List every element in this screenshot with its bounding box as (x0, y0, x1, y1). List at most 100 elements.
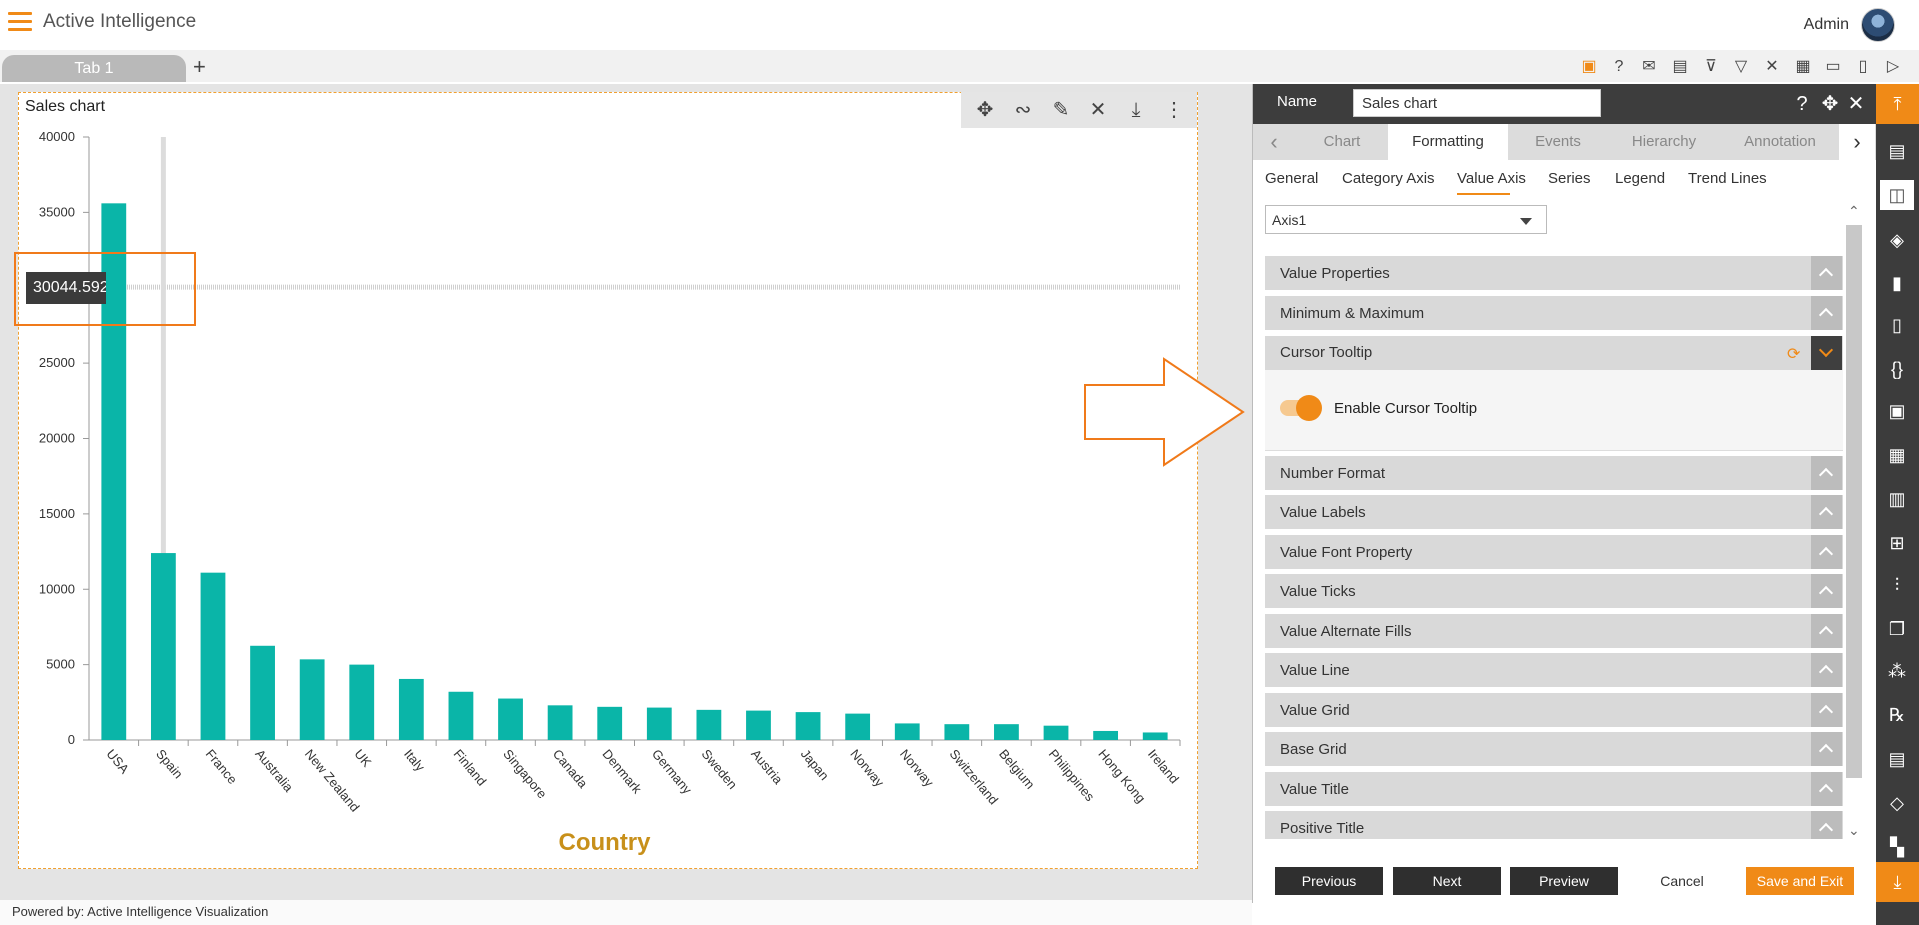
tab-formatting[interactable]: Formatting (1388, 124, 1508, 160)
chevron-up-icon[interactable] (1811, 732, 1842, 766)
chevron-up-icon[interactable] (1811, 574, 1842, 608)
help-icon[interactable]: ? (1790, 92, 1814, 116)
collapse-up-icon[interactable]: ⤒ (1876, 84, 1919, 124)
layers-icon[interactable]: ◇ (1880, 788, 1914, 818)
scroll-down-icon[interactable]: ⌄ (1848, 822, 1860, 839)
document-icon[interactable]: ▮ (1880, 268, 1914, 298)
chevron-down-icon[interactable] (1520, 218, 1532, 225)
tabs-prev-icon[interactable]: ‹ (1256, 124, 1292, 160)
widget-list-icon[interactable]: ▤ (1880, 136, 1914, 166)
section-label: Positive Title (1280, 820, 1365, 837)
chevron-up-icon[interactable] (1811, 811, 1842, 839)
chevron-down-icon[interactable] (1811, 336, 1842, 370)
report-icon[interactable]: ▥ (1880, 484, 1914, 514)
refresh-icon[interactable]: ⟳ (1787, 344, 1800, 364)
chevron-up-icon[interactable] (1811, 495, 1842, 529)
mail-icon[interactable]: ✉ (1638, 56, 1660, 78)
note-icon[interactable]: ▤ (1880, 744, 1914, 774)
cancel-button[interactable]: Cancel (1628, 867, 1736, 895)
subtab-value-axis[interactable]: Value Axis (1457, 170, 1526, 187)
section-value-line[interactable] (1265, 653, 1843, 687)
section-label: Value Title (1280, 781, 1349, 798)
tab-chart[interactable]: Chart (1302, 124, 1382, 160)
move-icon[interactable]: ✥ (973, 98, 997, 122)
hierarchy-icon[interactable]: ⊞ (1880, 528, 1914, 558)
download-icon[interactable]: ⤓ (1124, 98, 1148, 122)
previous-button[interactable]: Previous (1275, 867, 1383, 895)
section-label: Value Ticks (1280, 583, 1356, 600)
add-tab-button[interactable]: + (193, 54, 206, 80)
save-and-exit-button[interactable]: Save and Exit (1746, 867, 1854, 895)
section-value-grid[interactable] (1265, 693, 1843, 727)
table-icon[interactable]: ▦ (1792, 56, 1814, 78)
section-label: Value Properties (1280, 265, 1390, 282)
subtab-legend[interactable]: Legend (1615, 170, 1665, 187)
map-icon[interactable]: ◈ (1880, 225, 1914, 255)
save-icon[interactable]: ▣ (1578, 56, 1600, 78)
annotation-arrow-icon (1084, 357, 1245, 467)
apps-grid-icon[interactable]: ▚ (1880, 832, 1914, 862)
chart-widget[interactable] (18, 92, 1198, 869)
edit-icon[interactable]: ✎ (1049, 98, 1073, 122)
cursor-tooltip: 30044.592 (26, 272, 106, 304)
avatar[interactable] (1861, 8, 1895, 42)
toggle-knob[interactable] (1296, 395, 1322, 421)
help-icon[interactable]: ? (1608, 56, 1630, 78)
chevron-up-icon[interactable] (1811, 693, 1842, 727)
active-subtab-underline (1457, 193, 1510, 195)
tabs-next-icon[interactable]: › (1839, 124, 1875, 160)
collapse-down-icon[interactable]: ⤓ (1876, 862, 1919, 902)
comment-icon[interactable]: ▤ (1669, 56, 1691, 78)
app-title: Active Intelligence (43, 11, 197, 32)
tools-icon[interactable]: ✕ (1761, 56, 1783, 78)
rx-icon[interactable]: ℞ (1880, 700, 1914, 730)
toggle-label: Enable Cursor Tooltip (1334, 400, 1478, 417)
tab-annotation[interactable]: Annotation (1722, 124, 1838, 160)
hamburger-menu-icon[interactable] (8, 12, 32, 32)
play-icon[interactable]: ▷ (1882, 56, 1904, 78)
preview-button[interactable]: Preview (1510, 867, 1618, 895)
chevron-up-icon[interactable] (1811, 614, 1842, 648)
user-name[interactable]: Admin (1804, 16, 1849, 34)
chevron-up-icon[interactable] (1811, 535, 1842, 569)
scroll-up-icon[interactable]: ⌃ (1848, 203, 1860, 220)
image-icon[interactable]: ▣ (1880, 396, 1914, 426)
tab-events[interactable]: Events (1508, 124, 1608, 160)
name-input[interactable] (1353, 89, 1601, 117)
kpi-chart-icon[interactable]: ⫶ (1880, 570, 1914, 600)
chevron-up-icon[interactable] (1811, 296, 1842, 330)
network-icon[interactable]: ⁂ (1880, 656, 1914, 686)
file-icon[interactable]: ▯ (1880, 310, 1914, 340)
chevron-up-icon[interactable] (1811, 456, 1842, 490)
devices-icon[interactable]: ▯ (1852, 56, 1874, 78)
chevron-up-icon[interactable] (1811, 653, 1842, 687)
next-button[interactable]: Next (1393, 867, 1501, 895)
section-label: Value Line (1280, 662, 1350, 679)
table-icon[interactable]: ▦ (1880, 440, 1914, 470)
tab-hierarchy[interactable]: Hierarchy (1614, 124, 1714, 160)
section-base-grid[interactable] (1265, 732, 1843, 766)
subtab-trend-lines[interactable]: Trend Lines (1688, 170, 1767, 187)
settings-icon[interactable]: ✕ (1086, 98, 1110, 122)
code-braces-icon[interactable]: {} (1880, 354, 1914, 384)
subtab-series[interactable]: Series (1548, 170, 1591, 187)
embed-icon[interactable]: ▭ (1822, 56, 1844, 78)
link-icon[interactable]: ∾ (1011, 98, 1035, 122)
chart-icon[interactable]: ◫ (1880, 180, 1914, 210)
tab-1[interactable]: Tab 1 (2, 55, 186, 82)
clear-filter-icon[interactable]: ⊽ (1700, 56, 1722, 78)
copy-icon[interactable]: ❐ (1880, 614, 1914, 644)
section-label: Number Format (1280, 465, 1386, 482)
chevron-up-icon[interactable] (1811, 772, 1842, 806)
close-icon[interactable]: ✕ (1844, 92, 1868, 116)
move-panel-icon[interactable]: ✥ (1818, 92, 1842, 116)
chevron-up-icon[interactable] (1811, 256, 1842, 290)
subtab-general[interactable]: General (1265, 170, 1318, 187)
axis-select[interactable] (1265, 205, 1547, 234)
section-label: Minimum & Maximum (1280, 305, 1425, 322)
subtab-category-axis[interactable]: Category Axis (1342, 170, 1435, 187)
scrollbar-thumb[interactable] (1846, 225, 1862, 778)
section-value-title[interactable] (1265, 772, 1843, 806)
more-icon[interactable]: ⋮ (1162, 98, 1186, 122)
filter-icon[interactable]: ▽ (1730, 56, 1752, 78)
